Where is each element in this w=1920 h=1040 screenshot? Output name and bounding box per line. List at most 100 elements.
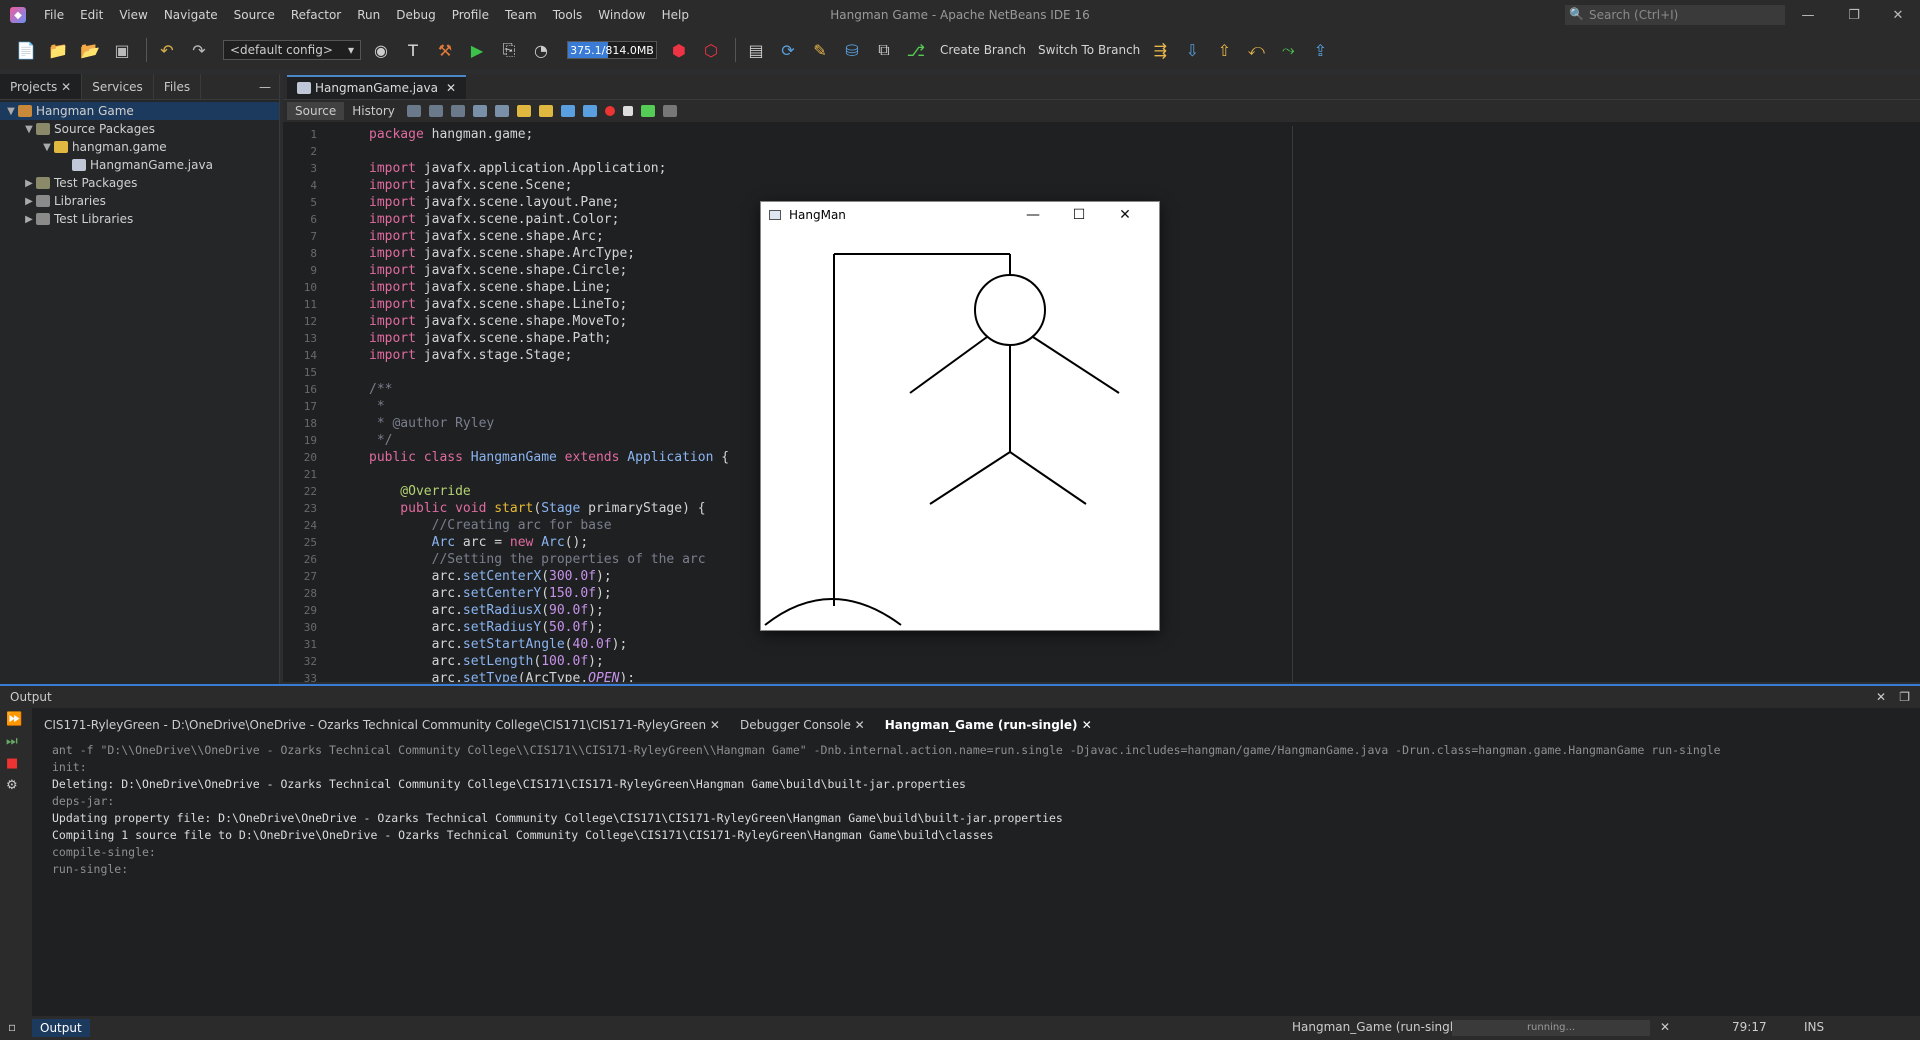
- menu-help[interactable]: Help: [654, 0, 697, 30]
- tab-files[interactable]: Files: [154, 74, 202, 99]
- chevron-right-icon[interactable]: ▶: [22, 214, 36, 225]
- menu-source[interactable]: Source: [226, 0, 283, 30]
- record-macro-icon[interactable]: [604, 106, 615, 116]
- menu-navigate[interactable]: Navigate: [156, 0, 226, 30]
- build-hammer-icon[interactable]: T: [399, 36, 427, 64]
- git-merge-icon[interactable]: ⇶: [1146, 36, 1174, 64]
- cancel-task-icon[interactable]: ✕: [1660, 1020, 1670, 1034]
- find-next-icon[interactable]: [494, 105, 509, 117]
- running-task-label[interactable]: Hangman_Game (run-single): [1292, 1020, 1465, 1034]
- menu-edit[interactable]: Edit: [72, 0, 111, 30]
- new-file-icon[interactable]: 📄: [12, 36, 40, 64]
- close-icon[interactable]: ✕: [61, 80, 71, 94]
- output-console[interactable]: ant -f "D:\\OneDrive\\OneDrive - Ozarks …: [52, 742, 1721, 878]
- gc-icon[interactable]: ⬢: [665, 36, 693, 64]
- git-rebase-icon[interactable]: ⤳: [1274, 36, 1302, 64]
- config-select[interactable]: <default config> ▾: [223, 40, 361, 60]
- clean-build-icon[interactable]: ⚒: [431, 36, 459, 64]
- back-icon[interactable]: [428, 105, 443, 117]
- debug-icon[interactable]: ⎘: [495, 36, 523, 64]
- output-toggle-button[interactable]: Output: [32, 1019, 90, 1037]
- tree-item-test-packages[interactable]: ▶ Test Packages: [0, 174, 279, 192]
- menu-debug[interactable]: Debug: [388, 0, 443, 30]
- hangman-window-titlebar[interactable]: HangMan — ☐ ✕: [761, 202, 1159, 228]
- shift-right-icon[interactable]: [582, 105, 597, 117]
- maximize-window-button[interactable]: ☐: [1057, 202, 1101, 228]
- profiler-snapshot-icon[interactable]: ⬡: [697, 36, 725, 64]
- tab-hangman-java[interactable]: HangmanGame.java ✕: [287, 75, 466, 99]
- menu-view[interactable]: View: [111, 0, 155, 30]
- git-remote-icon[interactable]: ⇪: [1306, 36, 1334, 64]
- stop-icon[interactable]: ■: [6, 756, 26, 774]
- tree-item-hangman-game[interactable]: ▼ Hangman Game: [0, 102, 279, 120]
- tree-item-test-libraries[interactable]: ▶ Test Libraries: [0, 210, 279, 228]
- close-icon[interactable]: ✕: [855, 718, 865, 732]
- git-revert-icon[interactable]: ⤺: [1242, 36, 1270, 64]
- minimize-window-button[interactable]: —: [1788, 0, 1828, 30]
- toggle-bookmark-icon[interactable]: [538, 105, 553, 117]
- switch-branch-button[interactable]: Switch To Branch: [1032, 43, 1146, 57]
- close-icon[interactable]: ✕: [1876, 686, 1886, 708]
- comment-icon[interactable]: [640, 105, 655, 117]
- open-project-icon[interactable]: 📂: [76, 36, 104, 64]
- chevron-down-icon[interactable]: ▼: [40, 142, 54, 153]
- settings-icon[interactable]: ⚙: [6, 778, 26, 796]
- menu-profile[interactable]: Profile: [444, 0, 497, 30]
- git-commit-icon[interactable]: ✎: [806, 36, 834, 64]
- find-previous-icon[interactable]: [472, 105, 487, 117]
- chevron-down-icon[interactable]: ▼: [22, 124, 36, 135]
- menu-refactor[interactable]: Refactor: [283, 0, 349, 30]
- close-icon[interactable]: ✕: [1082, 718, 1092, 732]
- redo-icon[interactable]: ↷: [185, 36, 213, 64]
- menu-tools[interactable]: Tools: [545, 0, 591, 30]
- rerun-with-params-icon[interactable]: ⏭: [6, 734, 26, 752]
- chevron-right-icon[interactable]: ▶: [22, 178, 36, 189]
- globe-icon[interactable]: ◉: [367, 36, 395, 64]
- create-branch-button[interactable]: Create Branch: [934, 43, 1032, 57]
- diff-icon[interactable]: ▤: [742, 36, 770, 64]
- toggle-highlight-icon[interactable]: [516, 105, 531, 117]
- close-project-icon[interactable]: ▣: [108, 36, 136, 64]
- menu-run[interactable]: Run: [349, 0, 388, 30]
- minimize-window-button[interactable]: —: [1011, 202, 1055, 228]
- undo-icon[interactable]: ↶: [153, 36, 181, 64]
- maximize-icon[interactable]: ❐: [1899, 686, 1910, 708]
- tab-services[interactable]: Services: [82, 74, 154, 99]
- chevron-down-icon[interactable]: ▼: [4, 106, 18, 117]
- forward-icon[interactable]: [450, 105, 465, 117]
- restore-window-button[interactable]: ❐: [1834, 0, 1874, 30]
- new-project-icon[interactable]: 📁: [44, 36, 72, 64]
- git-pull-icon[interactable]: ⇩: [1178, 36, 1206, 64]
- uncomment-icon[interactable]: [662, 105, 677, 117]
- close-window-button[interactable]: ✕: [1103, 202, 1147, 228]
- git-push-icon[interactable]: ⇧: [1210, 36, 1238, 64]
- stop-macro-icon[interactable]: [622, 106, 633, 116]
- shift-left-icon[interactable]: [560, 105, 575, 117]
- search-input[interactable]: 🔍 Search (Ctrl+I): [1565, 5, 1785, 25]
- tab-projects[interactable]: Projects ✕: [0, 74, 83, 99]
- tree-item-libraries[interactable]: ▶ Libraries: [0, 192, 279, 210]
- git-stash-icon[interactable]: ⛁: [838, 36, 866, 64]
- notifications-icon[interactable]: ▫: [8, 1020, 16, 1034]
- chevron-right-icon[interactable]: ▶: [22, 196, 36, 207]
- close-window-button[interactable]: ✕: [1878, 0, 1918, 30]
- profile-icon[interactable]: ◔: [527, 36, 555, 64]
- history-view-button[interactable]: History: [344, 102, 403, 120]
- tab-debugger-console[interactable]: Debugger Console ✕: [730, 714, 875, 736]
- last-edit-icon[interactable]: [406, 105, 421, 117]
- git-branch-icon[interactable]: ⎇: [902, 36, 930, 64]
- memory-indicator[interactable]: 375.1/814.0MB: [567, 41, 657, 59]
- tree-item-package[interactable]: ▼ hangman.game: [0, 138, 279, 156]
- menu-window[interactable]: Window: [590, 0, 653, 30]
- close-icon[interactable]: ✕: [710, 718, 720, 732]
- tab-project-output[interactable]: CIS171-RyleyGreen - D:\OneDrive\OneDrive…: [34, 714, 730, 736]
- rerun-icon[interactable]: ⏩: [6, 712, 26, 730]
- tree-item-source-packages[interactable]: ▼ Source Packages: [0, 120, 279, 138]
- run-icon[interactable]: ▶: [463, 36, 491, 64]
- tab-run-single[interactable]: Hangman_Game (run-single) ✕: [875, 714, 1102, 736]
- git-fetch-icon[interactable]: ⟳: [774, 36, 802, 64]
- source-view-button[interactable]: Source: [287, 102, 345, 120]
- tree-item-java-file[interactable]: HangmanGame.java: [0, 156, 279, 174]
- close-icon[interactable]: ✕: [446, 81, 456, 95]
- minimize-panel-icon[interactable]: —: [251, 74, 279, 99]
